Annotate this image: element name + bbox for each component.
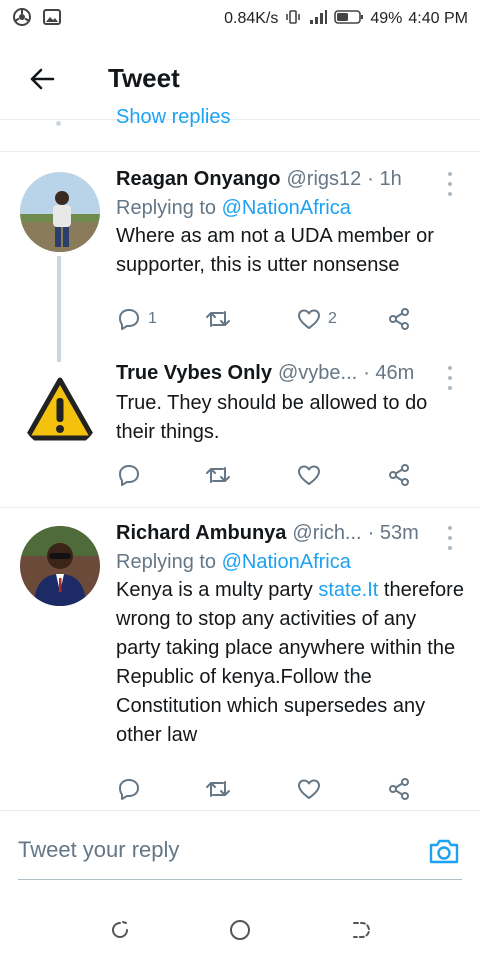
input-underline <box>18 879 462 880</box>
like-button[interactable]: 2 <box>296 306 337 332</box>
clock: 4:40 PM <box>408 10 468 27</box>
retweet-icon <box>206 467 230 483</box>
back-nav-button[interactable] <box>340 910 380 950</box>
show-replies-row[interactable]: Show replies <box>0 104 480 152</box>
reply-button[interactable]: 1 <box>116 306 157 332</box>
share-button[interactable] <box>386 776 412 802</box>
action-bar: 1 2 <box>116 304 416 334</box>
page-title: Tweet <box>108 63 180 93</box>
reply-icon <box>119 779 139 800</box>
tweet-text-part: therefore wrong to stop any activities o… <box>116 579 464 746</box>
reply-composer: Tweet your reply <box>0 810 480 900</box>
action-bar <box>116 460 416 490</box>
camera-button[interactable] <box>426 833 462 869</box>
tweet[interactable]: Reagan Onyango @rigs12 · 1h Replying to … <box>0 152 480 362</box>
share-button[interactable] <box>386 462 412 488</box>
tweet[interactable]: Richard Ambunya @rich... · 53m Replying … <box>0 508 480 810</box>
gallery-icon <box>42 7 62 32</box>
reply-icon <box>119 465 139 486</box>
heart-icon <box>298 309 320 329</box>
mention-link[interactable]: @NationAfrica <box>222 551 351 573</box>
heart-icon <box>298 465 320 485</box>
more-options-button[interactable] <box>442 526 458 550</box>
replying-to-label: Replying to <box>116 551 217 573</box>
action-bar <box>116 774 416 804</box>
display-name[interactable]: True Vybes Only <box>116 362 272 385</box>
chrome-icon <box>12 7 32 32</box>
reply-input[interactable]: Tweet your reply <box>18 837 179 863</box>
thread-dot <box>56 121 61 126</box>
back-nav-icon <box>353 922 370 938</box>
home-button[interactable] <box>220 910 260 950</box>
retweet-icon <box>206 311 230 327</box>
replying-to-label: Replying to <box>116 197 217 219</box>
reply-icon <box>119 309 139 330</box>
reply-button[interactable] <box>116 776 148 802</box>
tweet-header: True Vybes Only @vybe... · 46m <box>116 362 466 385</box>
inline-link[interactable]: state.It <box>318 579 378 601</box>
home-circle-icon <box>230 920 250 940</box>
display-name[interactable]: Reagan Onyango <box>116 168 280 191</box>
more-options-button[interactable] <box>442 172 458 196</box>
share-icon <box>389 464 409 486</box>
camera-icon <box>429 839 459 864</box>
retweet-icon <box>206 781 230 797</box>
timestamp: · 46m <box>363 362 415 384</box>
retweet-button[interactable] <box>204 306 238 332</box>
tweet-text: True. They should be allowed to do their… <box>116 392 428 443</box>
network-speed: 0.84K/s <box>224 10 279 27</box>
thread-line <box>57 256 61 362</box>
share-button[interactable] <box>386 306 412 332</box>
tweet-header: Richard Ambunya @rich... · 53m <box>116 522 466 545</box>
vibrate-icon <box>284 8 302 31</box>
like-count: 2 <box>328 310 337 327</box>
timestamp: · 53m <box>367 522 419 544</box>
back-button[interactable] <box>12 49 72 109</box>
battery-level: 49% <box>370 10 403 27</box>
recents-icon <box>112 921 128 938</box>
reply-button[interactable] <box>116 462 148 488</box>
show-replies-link[interactable]: Show replies <box>116 106 231 129</box>
tweet[interactable]: True Vybes Only @vybe... · 46m True. The… <box>0 362 480 508</box>
retweet-button[interactable] <box>204 776 238 802</box>
reply-count: 1 <box>148 310 157 327</box>
system-nav-bar <box>0 900 480 960</box>
tweet-header: Reagan Onyango @rigs12 · 1h <box>116 168 466 191</box>
retweet-button[interactable] <box>204 462 238 488</box>
share-icon <box>389 778 409 800</box>
avatar[interactable] <box>20 526 100 606</box>
tweet-text: Where as am not a UDA member or supporte… <box>116 225 434 276</box>
arrow-left-icon <box>30 68 55 89</box>
display-name[interactable]: Richard Ambunya <box>116 522 286 545</box>
heart-icon <box>298 779 320 799</box>
signal-icon <box>308 9 328 30</box>
timestamp: · 1h <box>367 168 402 190</box>
avatar[interactable] <box>20 370 100 450</box>
battery-icon <box>334 9 364 30</box>
recents-button[interactable] <box>100 910 140 950</box>
replying-to: Replying to @NationAfrica <box>116 197 466 220</box>
share-icon <box>389 308 409 330</box>
like-button[interactable] <box>296 462 328 488</box>
like-button[interactable] <box>296 776 328 802</box>
replying-to: Replying to @NationAfrica <box>116 551 466 574</box>
user-handle: @rich... <box>292 522 362 544</box>
user-handle: @rigs12 <box>286 168 362 190</box>
mention-link[interactable]: @NationAfrica <box>222 197 351 219</box>
avatar[interactable] <box>20 172 100 252</box>
status-bar: 0.84K/s 49% 4:40 PM <box>0 0 480 38</box>
tweet-text-part: Kenya is a multy party <box>116 579 319 601</box>
more-options-button[interactable] <box>442 366 458 390</box>
user-handle: @vybe... <box>278 362 358 384</box>
tweet-text: Kenya is a multy party state.It therefor… <box>116 576 466 750</box>
